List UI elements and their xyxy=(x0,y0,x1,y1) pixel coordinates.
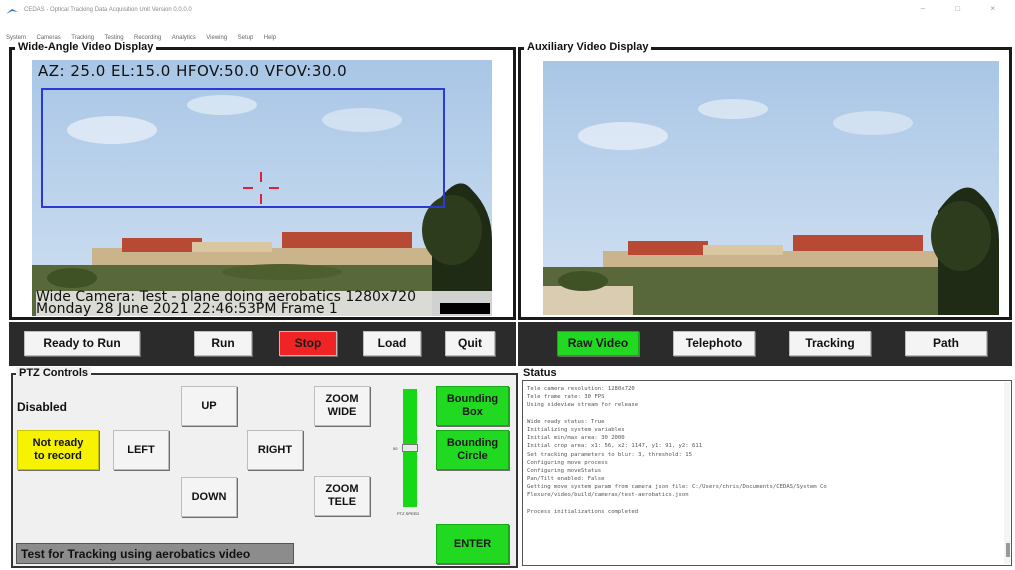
status-scrollbar-thumb[interactable] xyxy=(1006,543,1010,557)
status-log-line: Pan/Tilt enabled: False xyxy=(527,476,605,483)
wide-osd-date-line: Monday 28 June 2021 22:46:53PM Frame 1 xyxy=(36,301,338,316)
status-title: Status xyxy=(520,367,560,379)
zoom-wide-button[interactable]: ZOOM WIDE xyxy=(314,386,370,426)
quit-button[interactable]: Quit xyxy=(445,331,495,356)
bounding-box-button[interactable]: Bounding Box xyxy=(436,386,509,426)
wide-osd-angles: AZ: 25.0 EL:15.0 HFOV:50.0 VFOV:30.0 xyxy=(38,62,348,80)
status-log-panel[interactable]: Tele camera resolution: 1280x720 Tele fra… xyxy=(522,380,1012,566)
window-controls[interactable]: – □ × xyxy=(921,4,1009,13)
title-bar: CEDAS - Optical Tracking Data Acquisitio… xyxy=(0,0,1015,24)
zoom-tele-button[interactable]: ZOOM TELE xyxy=(314,476,370,516)
wide-video-title: Wide-Angle Video Display xyxy=(15,41,157,53)
aux-video-scene xyxy=(543,61,999,315)
ptz-status-label: Disabled xyxy=(17,400,68,414)
stop-button[interactable]: Stop xyxy=(279,331,337,356)
menu-setup[interactable]: Setup xyxy=(238,35,254,41)
aux-video-title: Auxiliary Video Display xyxy=(524,41,652,53)
telephoto-button[interactable]: Telephoto xyxy=(673,331,755,356)
status-log-line xyxy=(527,410,1005,418)
tracking-button[interactable]: Tracking xyxy=(789,331,871,356)
crosshair-icon xyxy=(243,172,279,204)
aux-video-display[interactable] xyxy=(543,61,999,315)
wide-osd-footer: Wide Camera: Test - plane doing aerobati… xyxy=(36,290,492,316)
menu-help[interactable]: Help xyxy=(264,35,276,41)
record-status-button[interactable]: Not ready to record xyxy=(17,430,99,470)
raw-video-button[interactable]: Raw Video xyxy=(557,331,639,356)
ptz-speed-value: 50 xyxy=(393,446,398,451)
status-log-line: Initial min/max area: 30 2000 xyxy=(527,435,625,442)
frame-counter-bar xyxy=(440,303,490,314)
ready-to-run-button[interactable]: Ready to Run xyxy=(24,331,140,356)
status-log-line: Configuring move process xyxy=(527,459,608,466)
ptz-speed-slider-thumb[interactable] xyxy=(402,444,418,452)
load-button[interactable]: Load xyxy=(363,331,421,356)
menu-analytics[interactable]: Analytics xyxy=(172,35,196,41)
test-caption: Test for Tracking using aerobatics video xyxy=(16,543,294,564)
status-log-line: Configuring moveStatus xyxy=(527,467,602,474)
status-log-line: Getting move system param from camera js… xyxy=(527,484,827,491)
ptz-up-button[interactable]: UP xyxy=(181,386,237,426)
status-log-line: Tele camera resolution: 1280x720 xyxy=(527,386,635,392)
wide-video-display[interactable]: AZ: 25.0 EL:15.0 HFOV:50.0 VFOV:30.0 Wid… xyxy=(32,60,492,316)
app-icon xyxy=(6,9,18,14)
bounding-circle-button[interactable]: Bounding Circle xyxy=(436,430,509,470)
status-log-line xyxy=(527,500,1005,508)
window-title: CEDAS - Optical Tracking Data Acquisitio… xyxy=(24,7,192,13)
menu-viewing[interactable]: Viewing xyxy=(206,35,227,41)
status-scrollbar[interactable] xyxy=(1004,382,1010,564)
status-log: Tele camera resolution: 1280x720 Tele fra… xyxy=(527,385,1005,516)
status-log-line: Tele frame rate: 30 FPS xyxy=(527,394,605,401)
run-button[interactable]: Run xyxy=(194,331,252,356)
path-button[interactable]: Path xyxy=(905,331,987,356)
enter-button[interactable]: ENTER xyxy=(436,524,509,564)
status-log-line: Using sideview stream for release xyxy=(527,402,639,409)
ptz-speed-label: PTZ SPEED xyxy=(397,511,420,516)
ptz-left-button[interactable]: LEFT xyxy=(113,430,169,470)
status-log-line: Wide ready status: True xyxy=(527,418,605,425)
status-log-line: Initializing system variables xyxy=(527,426,625,433)
status-log-line: Flexure/video/build/cameras/test-aerobat… xyxy=(527,492,689,499)
ptz-controls-title: PTZ Controls xyxy=(16,367,92,379)
status-log-line: Process initializations completed xyxy=(527,508,639,515)
ptz-right-button[interactable]: RIGHT xyxy=(247,430,303,470)
ptz-down-button[interactable]: DOWN xyxy=(181,477,237,517)
status-log-line: Set tracking parameters to blur: 3, thre… xyxy=(527,451,693,458)
status-log-line: Initial crop area: x1: 56, x2: 1147, y1:… xyxy=(527,443,703,450)
menu-bar: System Cameras Tracking Testing Recordin… xyxy=(0,26,1015,41)
